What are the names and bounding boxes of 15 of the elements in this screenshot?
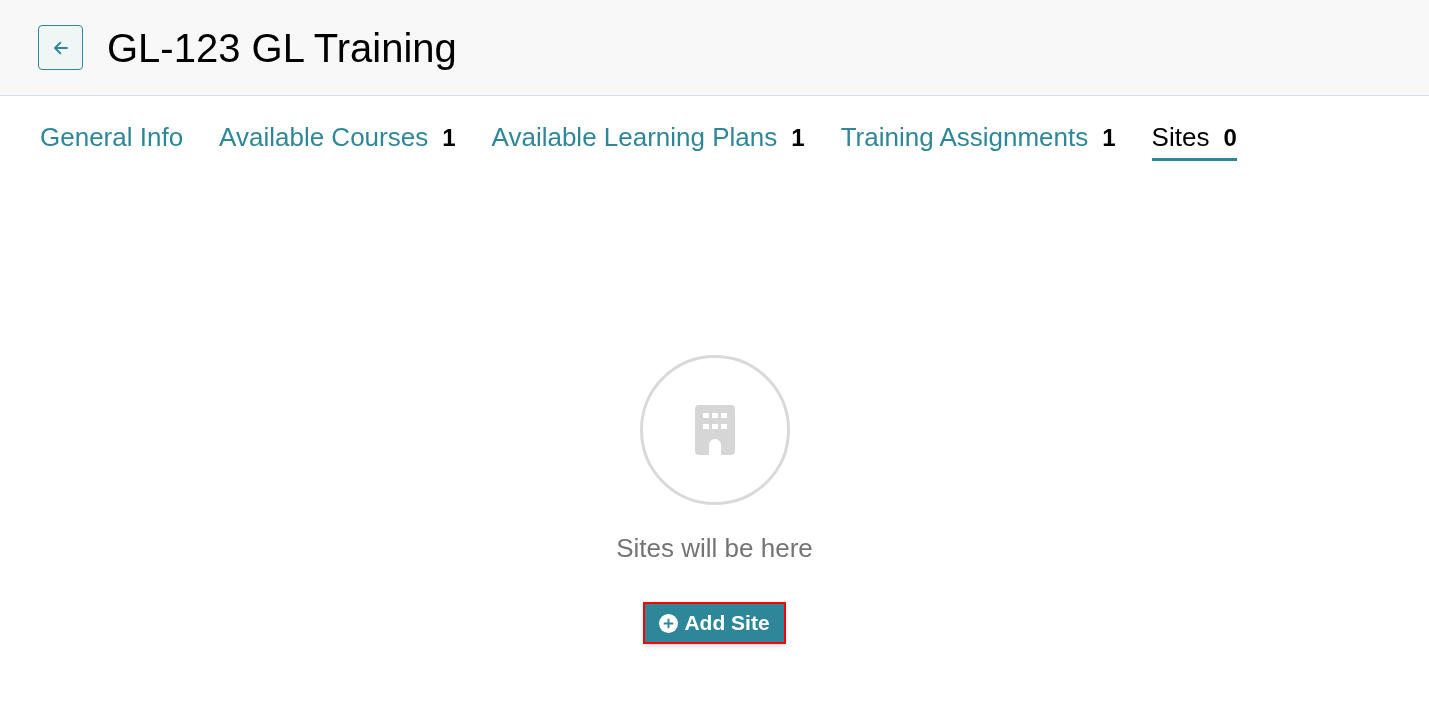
back-button[interactable] bbox=[38, 25, 83, 70]
tab[interactable]: Available Courses 1 bbox=[219, 124, 456, 161]
tab-count: 1 bbox=[791, 126, 805, 150]
add-site-button[interactable]: Add Site bbox=[643, 602, 786, 644]
building-icon bbox=[694, 405, 735, 455]
plus-circle-icon bbox=[659, 613, 679, 633]
page-title: GL-123 GL Training bbox=[107, 27, 457, 68]
tab[interactable]: Training Assignments 1 bbox=[840, 124, 1116, 161]
tab[interactable]: Sites 0 bbox=[1151, 124, 1237, 161]
tab[interactable]: Available Learning Plans 1 bbox=[491, 124, 805, 161]
tab[interactable]: General Info bbox=[40, 124, 184, 161]
tab-count: 1 bbox=[442, 126, 456, 150]
tab-count: 0 bbox=[1223, 126, 1237, 150]
tab-count: 1 bbox=[1102, 126, 1116, 150]
empty-state-message: Sites will be here bbox=[616, 532, 813, 565]
